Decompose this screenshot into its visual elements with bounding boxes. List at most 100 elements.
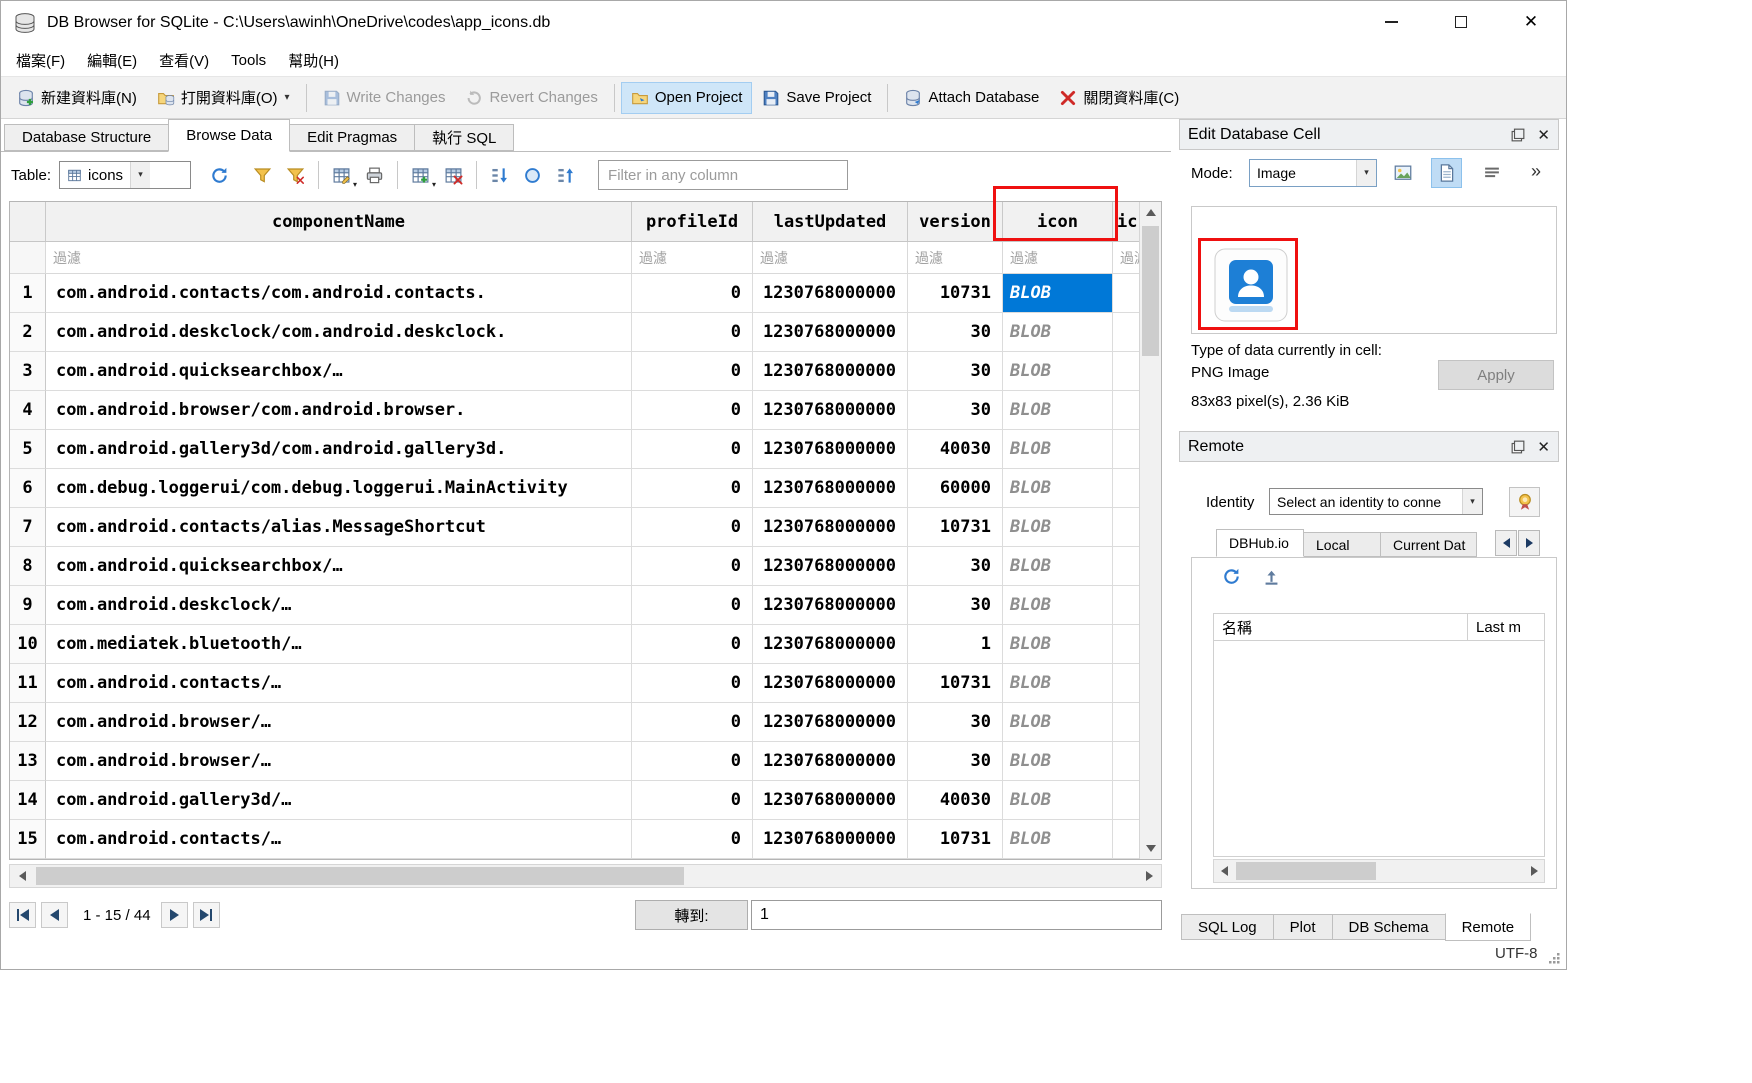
column-header-icon[interactable]: icon [1003, 202, 1113, 241]
icon-blob-cell[interactable]: BLOB [1003, 430, 1113, 469]
component-name-cell[interactable]: com.android.contacts/… [46, 664, 632, 703]
component-name-cell[interactable]: com.android.deskclock/com.android.deskcl… [46, 313, 632, 352]
row-number-cell[interactable]: 13 [10, 742, 46, 781]
icon-blob-cell[interactable]: BLOB [1003, 664, 1113, 703]
corner-header[interactable] [10, 202, 46, 241]
last-updated-cell[interactable]: 1230768000000 [753, 313, 908, 352]
open-project-button[interactable]: Open Project [621, 82, 753, 114]
icon-blob-cell[interactable]: BLOB [1003, 586, 1113, 625]
clipped-cell[interactable] [1113, 781, 1139, 820]
mode-selector[interactable]: Image ▾ [1249, 159, 1377, 187]
version-cell[interactable]: 10731 [908, 820, 1003, 859]
column-header-version[interactable]: version [908, 202, 1003, 241]
last-updated-cell[interactable]: 1230768000000 [753, 547, 908, 586]
table-row[interactable]: 10com.mediatek.bluetooth/…01230768000000… [10, 625, 1139, 664]
row-number-cell[interactable]: 15 [10, 820, 46, 859]
icon-blob-cell[interactable]: BLOB [1003, 625, 1113, 664]
float-panel-icon[interactable] [1511, 440, 1525, 454]
icon-blob-cell[interactable]: BLOB [1003, 703, 1113, 742]
icon-blob-cell[interactable]: BLOB [1003, 469, 1113, 508]
last-updated-cell[interactable]: 1230768000000 [753, 391, 908, 430]
clipped-cell[interactable] [1113, 664, 1139, 703]
save-project-button[interactable]: Save Project [752, 82, 881, 114]
clipped-cell[interactable] [1113, 430, 1139, 469]
import-data-button[interactable] [1387, 158, 1418, 188]
next-page-button[interactable] [161, 902, 188, 928]
filter-input-profileid[interactable]: 過濾 [632, 242, 753, 273]
clipped-cell[interactable] [1113, 508, 1139, 547]
row-number-cell[interactable]: 12 [10, 703, 46, 742]
tab-scroll-left-button[interactable] [1495, 530, 1517, 556]
goto-row-input[interactable] [751, 900, 1162, 930]
save-view-button[interactable]: ▾ [326, 161, 357, 189]
version-cell[interactable]: 30 [908, 391, 1003, 430]
scroll-down-button[interactable] [1140, 838, 1161, 859]
edit-text-button[interactable] [1431, 158, 1462, 188]
profile-id-cell[interactable]: 0 [632, 703, 753, 742]
clear-filters-button[interactable] [247, 161, 278, 189]
remote-tab-current-database[interactable]: Current Dat [1380, 532, 1477, 557]
close-database-button[interactable]: 關閉資料庫(C) [1049, 80, 1189, 115]
remote-refresh-button[interactable] [1222, 567, 1241, 591]
version-cell[interactable]: 30 [908, 313, 1003, 352]
table-row[interactable]: 13com.android.browser/…0123076800000030B… [10, 742, 1139, 781]
table-selector[interactable]: icons ▾ [59, 161, 191, 189]
table-row[interactable]: 7com.android.contacts/alias.MessageShort… [10, 508, 1139, 547]
clipped-cell[interactable] [1113, 469, 1139, 508]
row-number-cell[interactable]: 2 [10, 313, 46, 352]
revert-changes-button[interactable]: Revert Changes [455, 82, 607, 114]
component-name-cell[interactable]: com.mediatek.bluetooth/… [46, 625, 632, 664]
row-number-cell[interactable]: 3 [10, 352, 46, 391]
horizontal-scrollbar[interactable] [9, 864, 1162, 888]
version-cell[interactable]: 10731 [908, 664, 1003, 703]
column-header-profileid[interactable]: profileId [632, 202, 753, 241]
clipped-cell[interactable] [1113, 742, 1139, 781]
profile-id-cell[interactable]: 0 [632, 547, 753, 586]
filter-input-icon[interactable]: 過濾 [1003, 242, 1113, 273]
maximize-button[interactable] [1426, 1, 1496, 43]
new-database-button[interactable]: 新建資料庫(N) [7, 80, 147, 115]
icon-blob-cell[interactable]: BLOB [1003, 781, 1113, 820]
icon-blob-cell[interactable]: BLOB [1003, 313, 1113, 352]
vertical-scrollbar-thumb[interactable] [1142, 226, 1159, 356]
last-page-button[interactable] [193, 902, 220, 928]
profile-id-cell[interactable]: 0 [632, 742, 753, 781]
table-row[interactable]: 6com.debug.loggerui/com.debug.loggerui.M… [10, 469, 1139, 508]
component-name-cell[interactable]: com.android.deskclock/… [46, 586, 632, 625]
profile-id-cell[interactable]: 0 [632, 586, 753, 625]
apply-button[interactable]: Apply [1438, 360, 1554, 390]
clipped-cell[interactable] [1113, 274, 1139, 313]
clipped-cell[interactable] [1113, 703, 1139, 742]
last-updated-cell[interactable]: 1230768000000 [753, 781, 908, 820]
remote-tab-local[interactable]: Local [1303, 532, 1381, 557]
remote-horizontal-scrollbar[interactable] [1213, 859, 1545, 883]
row-number-cell[interactable]: 14 [10, 781, 46, 820]
tab-edit-pragmas[interactable]: Edit Pragmas [289, 124, 415, 151]
last-updated-cell[interactable]: 1230768000000 [753, 703, 908, 742]
profile-id-cell[interactable]: 0 [632, 313, 753, 352]
table-row[interactable]: 4com.android.browser/com.android.browser… [10, 391, 1139, 430]
tab-browse-data[interactable]: Browse Data [168, 119, 290, 152]
component-name-cell[interactable]: com.android.quicksearchbox/… [46, 547, 632, 586]
profile-id-cell[interactable]: 0 [632, 469, 753, 508]
global-filter-input[interactable] [598, 160, 848, 190]
clipped-cell[interactable] [1113, 547, 1139, 586]
row-number-cell[interactable]: 7 [10, 508, 46, 547]
component-name-cell[interactable]: com.android.contacts/… [46, 820, 632, 859]
word-wrap-button[interactable] [1476, 158, 1507, 188]
column-header-lastupdated[interactable]: lastUpdated [753, 202, 908, 241]
profile-id-cell[interactable]: 0 [632, 391, 753, 430]
menu-help[interactable]: 幫助(H) [277, 45, 350, 76]
component-name-cell[interactable]: com.android.browser/… [46, 703, 632, 742]
component-name-cell[interactable]: com.android.contacts/com.android.contact… [46, 274, 632, 313]
component-name-cell[interactable]: com.android.contacts/alias.MessageShortc… [46, 508, 632, 547]
component-name-cell[interactable]: com.android.gallery3d/… [46, 781, 632, 820]
last-updated-cell[interactable]: 1230768000000 [753, 586, 908, 625]
close-button[interactable]: ✕ [1496, 1, 1566, 43]
clipped-cell[interactable] [1113, 391, 1139, 430]
icon-blob-cell[interactable]: BLOB [1003, 352, 1113, 391]
remote-column-name[interactable]: 名稱 [1214, 614, 1468, 640]
horizontal-scrollbar-track[interactable] [34, 865, 1137, 887]
tab-database-structure[interactable]: Database Structure [4, 124, 169, 151]
component-name-cell[interactable]: com.debug.loggerui/com.debug.loggerui.Ma… [46, 469, 632, 508]
